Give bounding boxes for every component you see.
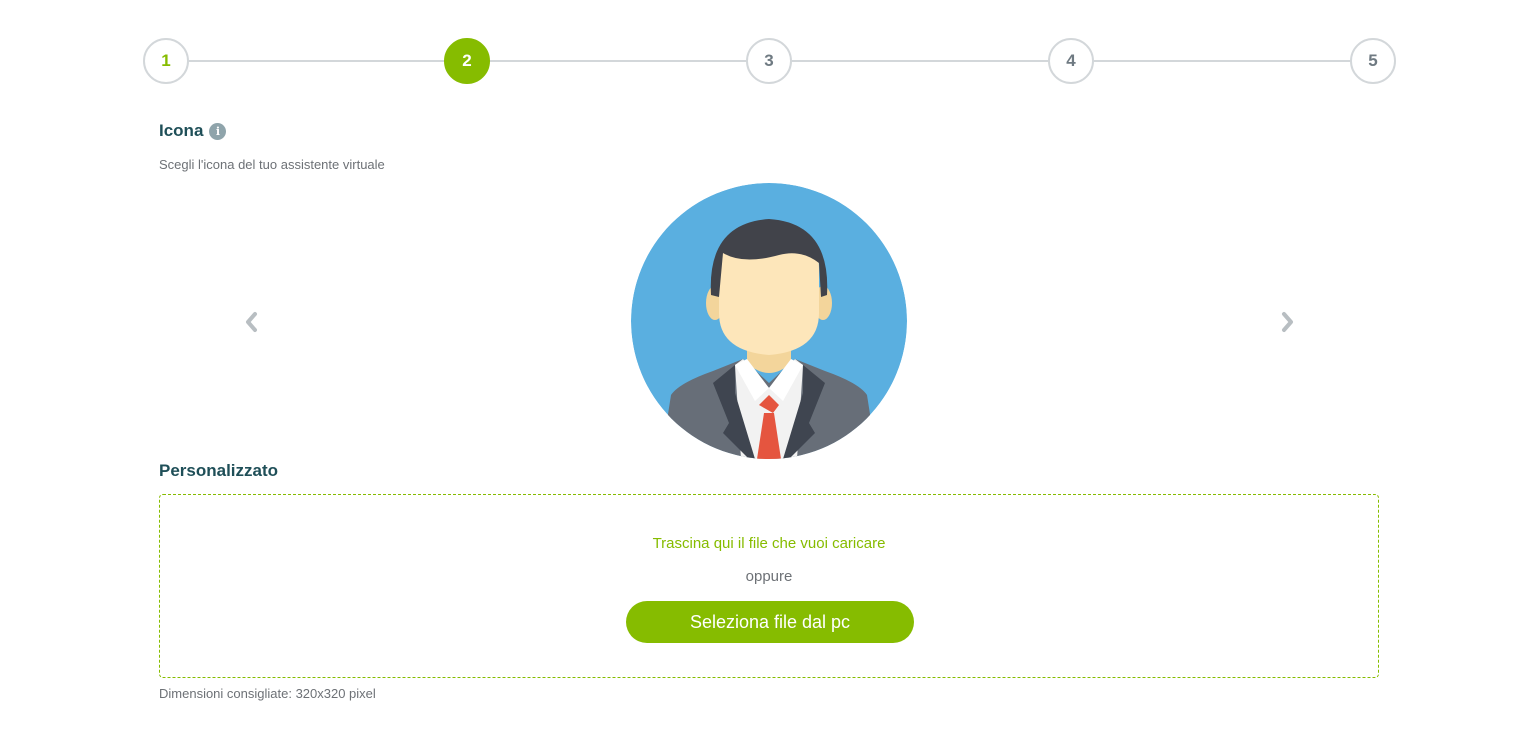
info-icon[interactable]: i bbox=[209, 122, 227, 140]
or-separator: oppure bbox=[745, 568, 793, 585]
carousel-next-button[interactable] bbox=[1276, 310, 1300, 334]
step-2[interactable]: 2 bbox=[444, 38, 490, 84]
custom-section-title: Personalizzato bbox=[159, 461, 279, 480]
drop-instructions: Trascina qui il file che vuoi caricare bbox=[652, 535, 886, 552]
chevron-right-icon bbox=[1282, 312, 1293, 332]
wizard-stepper: 1 2 3 4 5 bbox=[143, 38, 1396, 84]
icon-section-title: Icona i bbox=[159, 121, 227, 141]
select-file-button[interactable]: Seleziona file dal pc bbox=[626, 601, 914, 643]
icon-section-title-text: Icona bbox=[159, 121, 204, 140]
step-4[interactable]: 4 bbox=[1048, 38, 1094, 84]
step-5[interactable]: 5 bbox=[1350, 38, 1396, 84]
step-1[interactable]: 1 bbox=[143, 38, 189, 84]
recommended-size-hint: Dimensioni consigliate: 320x320 pixel bbox=[159, 686, 376, 701]
step-3[interactable]: 3 bbox=[746, 38, 792, 84]
file-drop-zone[interactable]: Trascina qui il file che vuoi caricare o… bbox=[159, 494, 1379, 678]
businessman-avatar[interactable] bbox=[631, 183, 907, 459]
icon-section-subtitle: Scegli l'icona del tuo assistente virtua… bbox=[159, 157, 385, 172]
carousel-prev-button[interactable] bbox=[239, 310, 263, 334]
chevron-left-icon bbox=[246, 312, 257, 332]
